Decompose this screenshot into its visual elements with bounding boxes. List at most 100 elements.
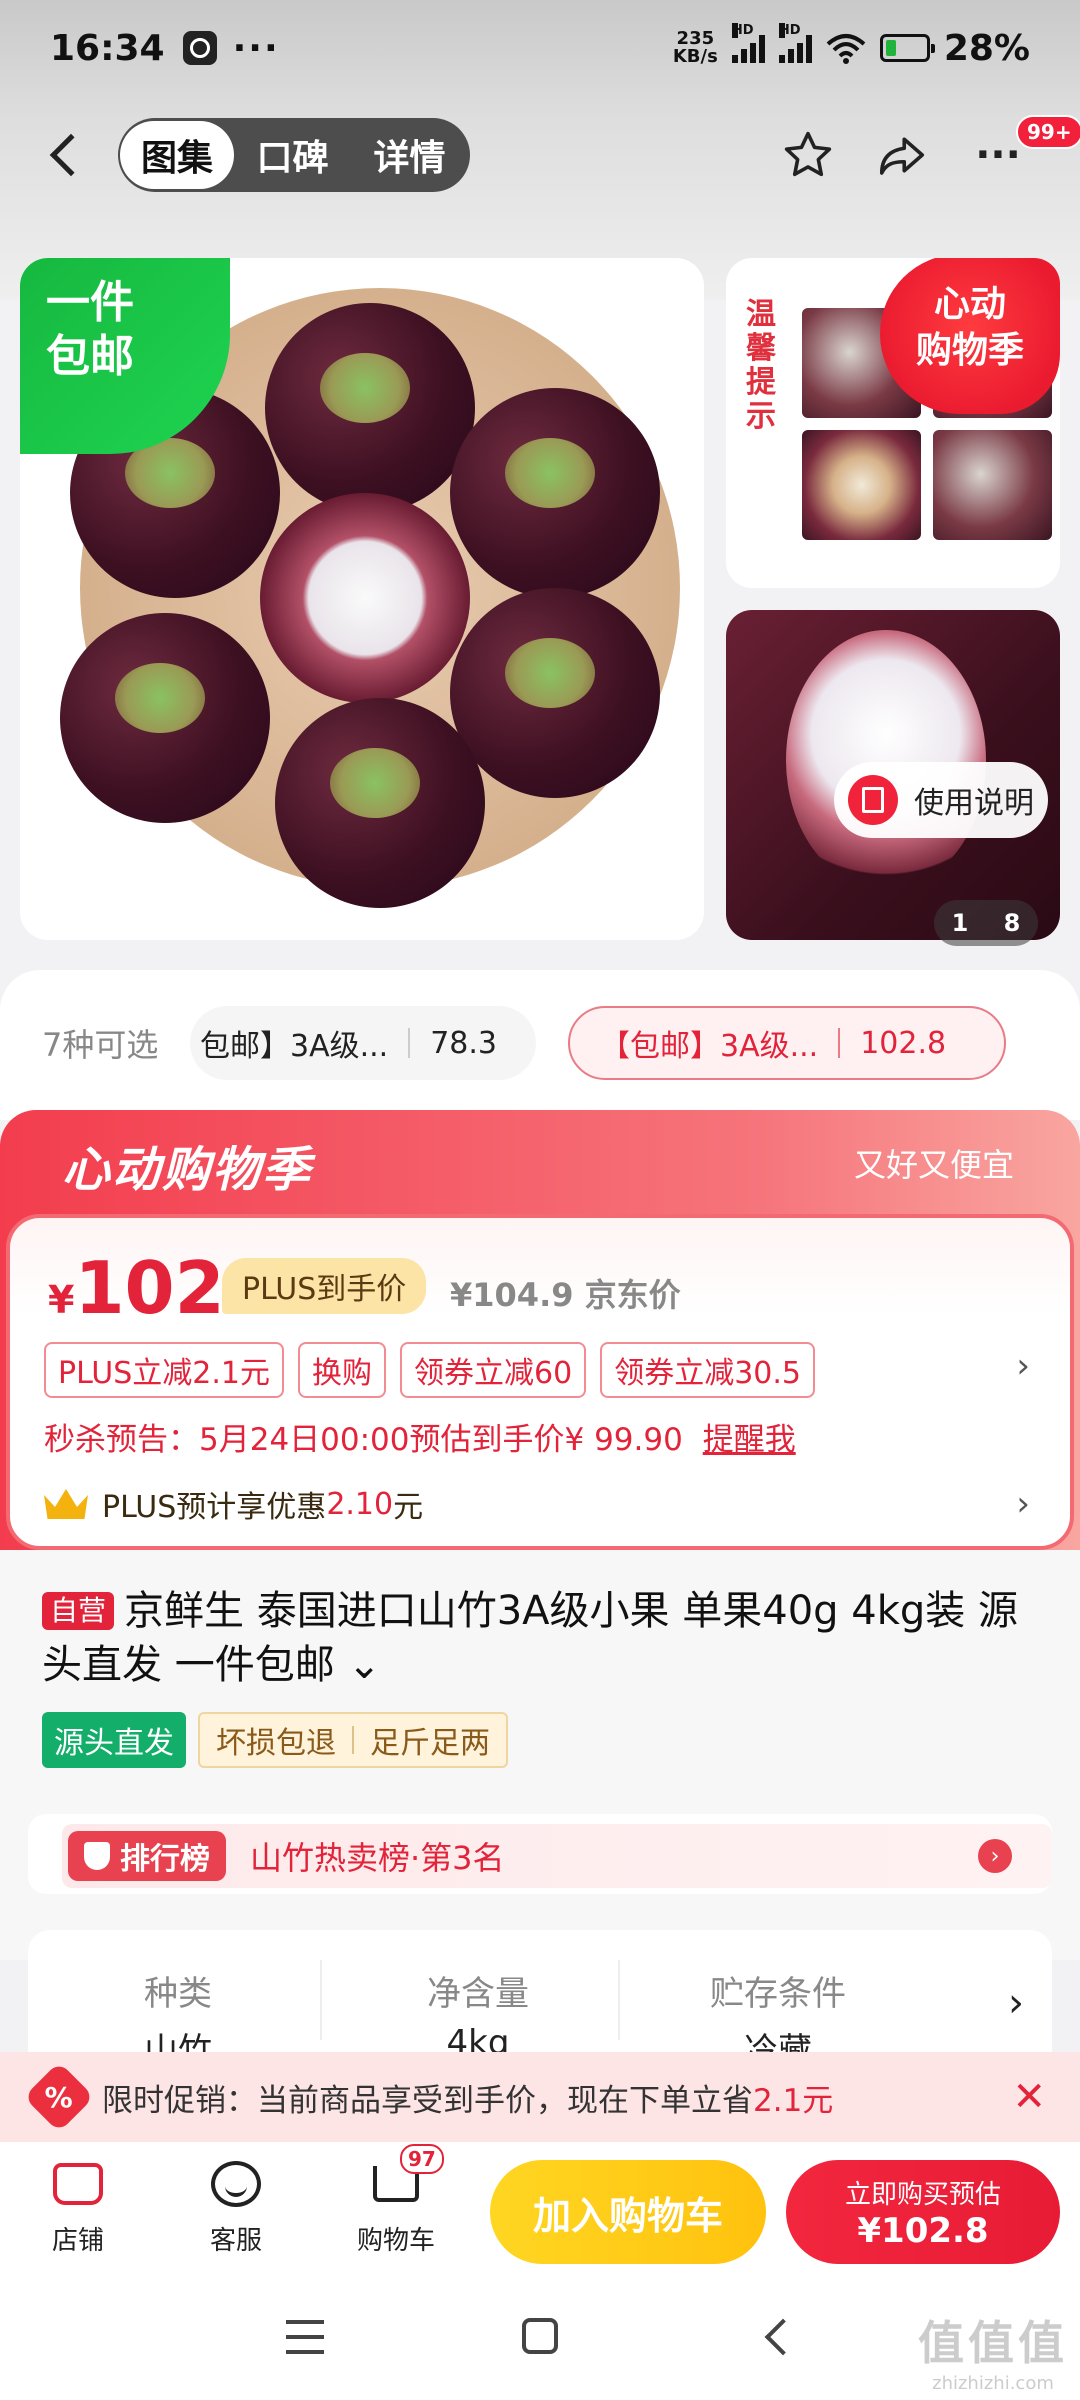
watermark: 值值值 zhizhizhi.com — [918, 2307, 1068, 2394]
buy-now-price: ¥102.8 — [857, 2210, 989, 2251]
variant-name: 包邮】3A级... — [200, 1029, 389, 1064]
manual-icon — [848, 775, 898, 825]
product-title-text: 京鲜生 泰国进口山竹3A级小果 单果40g 4kg装 源头直发 一件包邮 — [42, 1588, 1018, 1688]
battery-fill — [885, 40, 897, 56]
page-counter: 1 8 — [934, 900, 1038, 946]
attribute-label: 种类 — [144, 1974, 212, 2014]
flash-text: 秒杀预告：5月24日00:00预估到手价¥ 99.90 — [44, 1422, 683, 1458]
discount-icon-glyph: % — [44, 2080, 74, 2114]
service-tags: 源头直发 坏损包退 足斤足两 — [42, 1712, 508, 1768]
manual-button[interactable]: 使用说明 — [834, 762, 1048, 838]
price-currency: ¥ — [48, 1278, 75, 1322]
app-notification-icon — [182, 31, 217, 65]
close-icon[interactable]: ✕ — [1012, 2074, 1046, 2120]
tag-direct-shipping: 源头直发 — [42, 1712, 186, 1768]
buy-now-button[interactable]: 立即购买预估 ¥102.8 — [786, 2160, 1060, 2264]
festival-slogan: 又好又便宜 — [853, 1146, 1014, 1184]
thumbnail-tips[interactable]: 温馨提示 心动 购物季 — [726, 258, 1060, 588]
net-speed: 235 KB/s — [673, 30, 718, 66]
coupon[interactable]: 换购 — [298, 1342, 387, 1398]
attribute-label: 贮存条件 — [710, 1974, 846, 2014]
hd-label-2: HD — [778, 23, 801, 38]
variant-selector: 7种可选 包邮】3A级... 78.3 【包邮】3A级... 102.8 — [0, 970, 1080, 1120]
current-page: 1 — [951, 909, 969, 937]
coupon[interactable]: 领券立减30.5 — [600, 1342, 816, 1398]
divider — [320, 1960, 322, 2040]
home-icon[interactable] — [522, 2318, 558, 2354]
trophy-icon — [84, 1842, 110, 1870]
price-box: ¥ 102 .8 PLUS到手价 ¥104.9 京东价 PLUS立减2.1元 换… — [6, 1214, 1074, 1550]
divider — [838, 1028, 841, 1058]
back-icon[interactable] — [764, 2318, 802, 2356]
add-to-cart-button[interactable]: 加入购物车 — [490, 2160, 766, 2264]
customer-service-label: 客服 — [209, 2226, 262, 2256]
fruit — [275, 698, 485, 908]
product-info: 自营 京鲜生 泰国进口山竹3A级小果 单果40g 4kg装 源头直发 一件包邮 ⌄… — [0, 1550, 1080, 1960]
chevron-right-icon[interactable]: › — [1008, 1980, 1024, 2026]
guarantee-tags[interactable]: 坏损包退 足斤足两 — [198, 1712, 508, 1768]
attributes-card[interactable]: 种类 山竹 净含量 4kg 贮存条件 冷藏 › — [28, 1930, 1052, 2071]
shop-icon — [53, 2163, 103, 2205]
product-title[interactable]: 自营 京鲜生 泰国进口山竹3A级小果 单果40g 4kg装 源头直发 一件包邮 ⌄ — [42, 1584, 1042, 1692]
coupon[interactable]: 领券立减60 — [400, 1342, 587, 1398]
remind-me-link[interactable]: 提醒我 — [703, 1422, 796, 1458]
plus-benefit-amount: 2.10 — [326, 1486, 394, 1522]
bottom-action-bar: 店铺 客服 97 购物车 加入购物车 立即购买预估 ¥102.8 — [0, 2142, 1080, 2272]
plus-benefit[interactable]: PLUS预计享优惠 2.10 元 — [44, 1482, 423, 1526]
ranking-row[interactable]: 排行榜 山竹热卖榜·第3名 › — [28, 1814, 1052, 1894]
net-speed-unit: KB/s — [672, 46, 718, 67]
coupon-row[interactable]: PLUS立减2.1元 换购 领券立减60 领券立减30.5 — [44, 1342, 816, 1398]
price-integer: 102 — [74, 1246, 225, 1330]
status-time: 16:34 — [50, 27, 165, 69]
chevron-right-icon[interactable]: › — [1016, 1484, 1030, 1524]
variant-option-selected[interactable]: 【包邮】3A级... 102.8 — [568, 1006, 1006, 1080]
fruit — [60, 613, 270, 823]
customer-service-button[interactable]: 客服 — [176, 2154, 296, 2257]
manual-label: 使用说明 — [914, 786, 1034, 821]
variant-price: 78.3 — [430, 1025, 498, 1061]
promo-line-1: 一件 — [46, 277, 134, 328]
hd-label: HD — [731, 23, 754, 38]
ranking-label: 排行榜 — [68, 1831, 226, 1881]
variant-count[interactable]: 7种可选 — [42, 1020, 158, 1066]
tip-photo — [933, 430, 1052, 540]
variant-option[interactable]: 包邮】3A级... 78.3 — [190, 1006, 536, 1080]
plus-benefit-text: PLUS预计享优惠 — [102, 1490, 327, 1525]
chevron-right-icon[interactable]: › — [1016, 1346, 1030, 1386]
battery-percent: 28% — [943, 27, 1030, 69]
divider — [352, 1726, 354, 1754]
tab-details[interactable]: 详情 — [351, 118, 468, 192]
opened-fruit — [260, 493, 470, 703]
shop-button[interactable]: 店铺 — [18, 2154, 138, 2257]
tab-gallery[interactable]: 图集 — [120, 121, 234, 189]
fruit — [450, 388, 660, 598]
chevron-down-icon[interactable]: ⌄ — [347, 1642, 381, 1688]
cart-badge: 97 — [400, 2144, 444, 2174]
menu-icon[interactable] — [286, 2320, 324, 2354]
buy-now-label: 立即购买预估 — [844, 2179, 1001, 2210]
tag-full-weight: 足斤足两 — [370, 1726, 490, 1761]
opened-fruit-photo — [786, 630, 986, 890]
chevron-right-icon[interactable]: › — [978, 1839, 1012, 1873]
watermark-site: zhizhizhi.com — [932, 2373, 1054, 2394]
tag-damage-refund: 坏损包退 — [216, 1726, 336, 1761]
system-navigation: 值值值 zhizhizhi.com — [0, 2272, 1080, 2400]
cart-button[interactable]: 97 购物车 — [336, 2144, 456, 2257]
coupon[interactable]: PLUS立减2.1元 — [44, 1342, 285, 1398]
wifi-icon — [826, 34, 866, 64]
plus-benefit-unit: 元 — [393, 1490, 424, 1525]
watermark-logo: 值值值 — [918, 2316, 1068, 2370]
ranking-text: 山竹热卖榜·第3名 — [250, 1839, 505, 1877]
main-product-image[interactable]: 一件 包邮 — [20, 258, 704, 940]
cart-label: 购物车 — [356, 2226, 435, 2256]
customer-service-icon — [211, 2161, 261, 2207]
tab-reviews[interactable]: 口碑 — [234, 118, 351, 192]
star-icon[interactable] — [778, 125, 838, 185]
festival-badge-line-1: 心动 — [933, 284, 1006, 325]
share-icon[interactable] — [872, 125, 932, 185]
tip-title: 温馨提示 — [746, 297, 776, 434]
self-operated-tag: 自营 — [42, 1592, 115, 1630]
back-icon[interactable] — [49, 133, 93, 177]
promotion-save-amount: 2.1元 — [753, 2082, 834, 2119]
promotion-text: 限时促销：当前商品享受到手价，现在下单立省 — [102, 2082, 753, 2119]
